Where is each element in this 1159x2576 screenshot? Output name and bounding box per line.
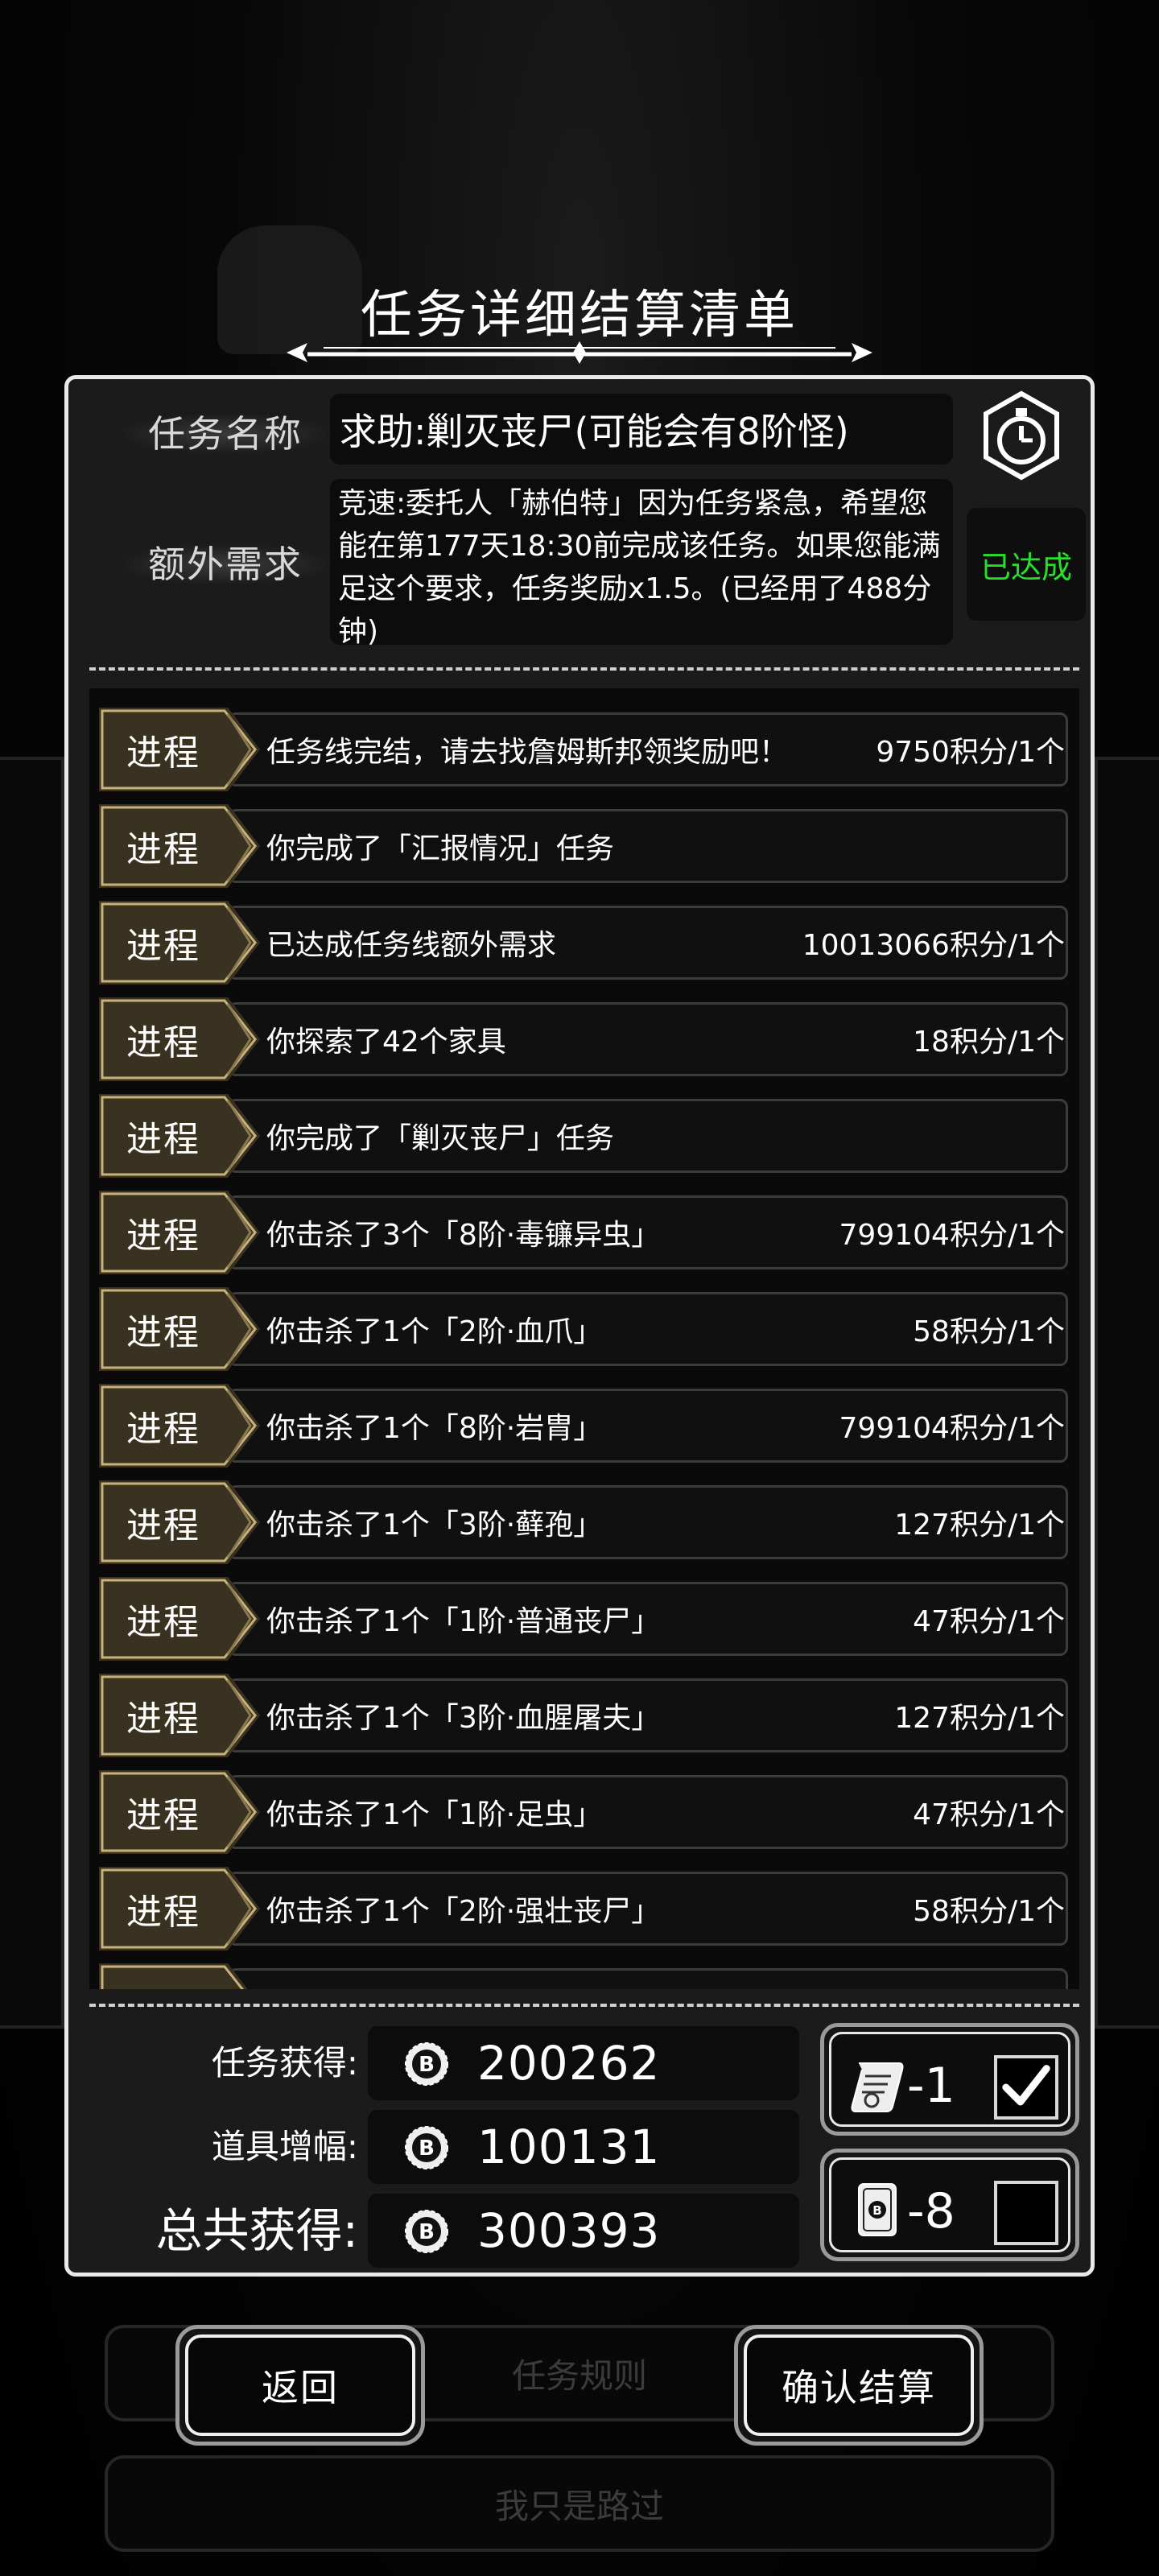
progress-tag-label: 进程 — [126, 733, 200, 774]
progress-points: 58积分/1个 — [913, 1315, 1065, 1348]
card-icon: B — [858, 2183, 897, 2236]
progress-row: 进程 你击杀了1个「3阶·血腥屠夫」 127积分/1个 — [99, 1674, 1068, 1757]
progress-tag-badge — [99, 1963, 248, 1989]
progress-row: 进程 你击杀了3个「8阶·毒镰异虫」 799104积分/1个 — [99, 1191, 1068, 1274]
total-reward-value: 300393 — [477, 2203, 661, 2258]
stopwatch-icon — [984, 390, 1059, 481]
progress-tag-label: 进程 — [126, 1795, 200, 1836]
extra-req-label: 额外需求 — [85, 532, 366, 597]
item-bonus-value: 100131 — [477, 2120, 661, 2174]
total-reward-box: B 300393 — [368, 2194, 799, 2268]
progress-points: 9750积分/1个 — [876, 736, 1065, 769]
progress-description: 你击杀了1个「1阶·普通丧尸」 — [266, 1605, 661, 1638]
svg-text:B: B — [419, 2053, 435, 2077]
progress-row: 进程 你完成了「汇报情况」任务 — [99, 804, 1068, 888]
progress-row: 进程 你击杀了1个「8阶·岩胄」 799104积分/1个 — [99, 1384, 1068, 1468]
item-bonus-label: 道具增幅: — [211, 2127, 358, 2166]
progress-description: 你完成了「剿灭丧尸」任务 — [266, 1122, 615, 1155]
progress-tag-label: 进程 — [126, 1602, 200, 1643]
progress-description: 你击杀了1个「2阶·强壮丧尸」 — [266, 1895, 661, 1928]
background-panel-left — [0, 757, 64, 2029]
checkmark-icon — [1002, 2065, 1050, 2106]
progress-tag-label: 进程 — [126, 829, 200, 870]
progress-tag-label: 进程 — [126, 1892, 200, 1933]
progress-points: 58积分/1个 — [913, 1895, 1065, 1928]
progress-points: 18积分/1个 — [913, 1026, 1065, 1059]
progress-description: 你击杀了1个「8阶·岩胄」 — [266, 1412, 603, 1445]
progress-row-partial — [99, 1963, 1068, 1989]
extra-req-text: 竞速:委托人「赫伯特」因为任务紧急，希望您能在第177天18:30前完成该任务。… — [330, 479, 953, 648]
scroll-option-card[interactable]: -1 — [820, 2023, 1079, 2136]
progress-tag-label: 进程 — [126, 1312, 200, 1353]
progress-description: 你完成了「汇报情况」任务 — [266, 832, 615, 865]
back-button-label: 返回 — [185, 2334, 415, 2436]
progress-tag-label: 进程 — [126, 926, 200, 967]
coin-icon: B — [405, 2126, 448, 2169]
progress-description: 你击杀了1个「3阶·藓孢」 — [266, 1509, 603, 1542]
divider-bottom — [89, 2004, 1079, 2007]
coin-icon: B — [405, 2042, 448, 2086]
progress-tag-label: 进程 — [126, 1409, 200, 1450]
task-name-label: 任务名称 — [85, 402, 366, 466]
progress-tag-label: 进程 — [126, 1216, 200, 1257]
scroll-option-checkbox[interactable] — [994, 2055, 1058, 2120]
task-reward-value: 200262 — [477, 2036, 661, 2091]
progress-points: 47积分/1个 — [913, 1798, 1065, 1831]
settlement-dialog: 任务名称 求助:剿灭丧尸(可能会有8阶怪) 额外需求 竞速:委托人「赫伯特」因为… — [64, 375, 1095, 2277]
progress-tag-label: 进程 — [126, 1505, 200, 1546]
title-ornament — [287, 341, 872, 364]
progress-row: 进程 任务线完结，请去找詹姆斯邦领奖励吧！ 9750积分/1个 — [99, 708, 1068, 791]
pass-button-bg: 我只是路过 — [105, 2455, 1054, 2552]
progress-description: 已达成任务线额外需求 — [266, 929, 557, 962]
svg-text:B: B — [872, 2203, 881, 2218]
progress-row: 进程 你击杀了1个「3阶·藓孢」 127积分/1个 — [99, 1480, 1068, 1564]
progress-bar — [228, 1968, 1068, 1989]
progress-points: 127积分/1个 — [894, 1509, 1065, 1542]
progress-points: 47积分/1个 — [913, 1605, 1065, 1638]
task-reward-label: 任务获得: — [211, 2043, 358, 2083]
progress-tag-label: 进程 — [126, 1119, 200, 1160]
svg-text:B: B — [419, 2220, 435, 2244]
confirm-settle-button[interactable]: 确认结算 — [734, 2325, 984, 2446]
card-option-checkbox[interactable] — [994, 2181, 1058, 2245]
background-panel-right — [1095, 757, 1159, 2029]
progress-description: 你击杀了1个「3阶·血腥屠夫」 — [266, 1702, 661, 1735]
progress-row: 进程 你探索了42个家具 18积分/1个 — [99, 997, 1068, 1081]
progress-tag-label: 进程 — [126, 1022, 200, 1063]
back-button[interactable]: 返回 — [175, 2325, 425, 2446]
progress-tag-label: 进程 — [126, 1699, 200, 1740]
progress-description: 你击杀了3个「8阶·毒镰异虫」 — [266, 1219, 661, 1252]
divider-top — [89, 667, 1079, 671]
progress-list[interactable]: 进程 任务线完结，请去找詹姆斯邦领奖励吧！ 9750积分/1个 进程 你完成了「汇报情况… — [89, 688, 1079, 1989]
progress-row: 进程 你完成了「剿灭丧尸」任务 — [99, 1094, 1068, 1178]
card-option-card[interactable]: B -8 — [820, 2149, 1079, 2261]
progress-description: 你击杀了1个「2阶·血爪」 — [266, 1315, 603, 1348]
coin-icon: B — [405, 2210, 448, 2253]
progress-points: 799104积分/1个 — [839, 1219, 1065, 1252]
scroll-option-value: -1 — [907, 2058, 955, 2114]
progress-description: 任务线完结，请去找詹姆斯邦领奖励吧！ — [266, 736, 789, 769]
scroll-icon — [851, 2062, 904, 2112]
task-reward-box: B 200262 — [368, 2026, 799, 2100]
progress-row: 进程 你击杀了1个「1阶·足虫」 47积分/1个 — [99, 1770, 1068, 1854]
progress-points: 10013066积分/1个 — [802, 929, 1065, 962]
progress-description: 你击杀了1个「1阶·足虫」 — [266, 1798, 603, 1831]
progress-description: 你探索了42个家具 — [266, 1026, 506, 1059]
progress-points: 799104积分/1个 — [839, 1412, 1065, 1445]
progress-points: 127积分/1个 — [894, 1702, 1065, 1735]
progress-row: 进程 你击杀了1个「1阶·普通丧尸」 47积分/1个 — [99, 1577, 1068, 1661]
card-option-value: -8 — [907, 2183, 955, 2240]
progress-row: 进程 你击杀了1个「2阶·强壮丧尸」 58积分/1个 — [99, 1867, 1068, 1951]
extra-req-status: 已达成 — [967, 508, 1086, 621]
item-bonus-box: B 100131 — [368, 2110, 799, 2184]
svg-text:B: B — [419, 2136, 435, 2161]
progress-row: 进程 你击杀了1个「2阶·血爪」 58积分/1个 — [99, 1287, 1068, 1371]
task-name-value: 求助:剿灭丧尸(可能会有8阶怪) — [330, 394, 953, 464]
progress-row: 进程 已达成任务线额外需求 10013066积分/1个 — [99, 901, 1068, 985]
total-reward-label: 总共获得: — [155, 2203, 358, 2258]
confirm-settle-button-label: 确认结算 — [744, 2334, 974, 2436]
